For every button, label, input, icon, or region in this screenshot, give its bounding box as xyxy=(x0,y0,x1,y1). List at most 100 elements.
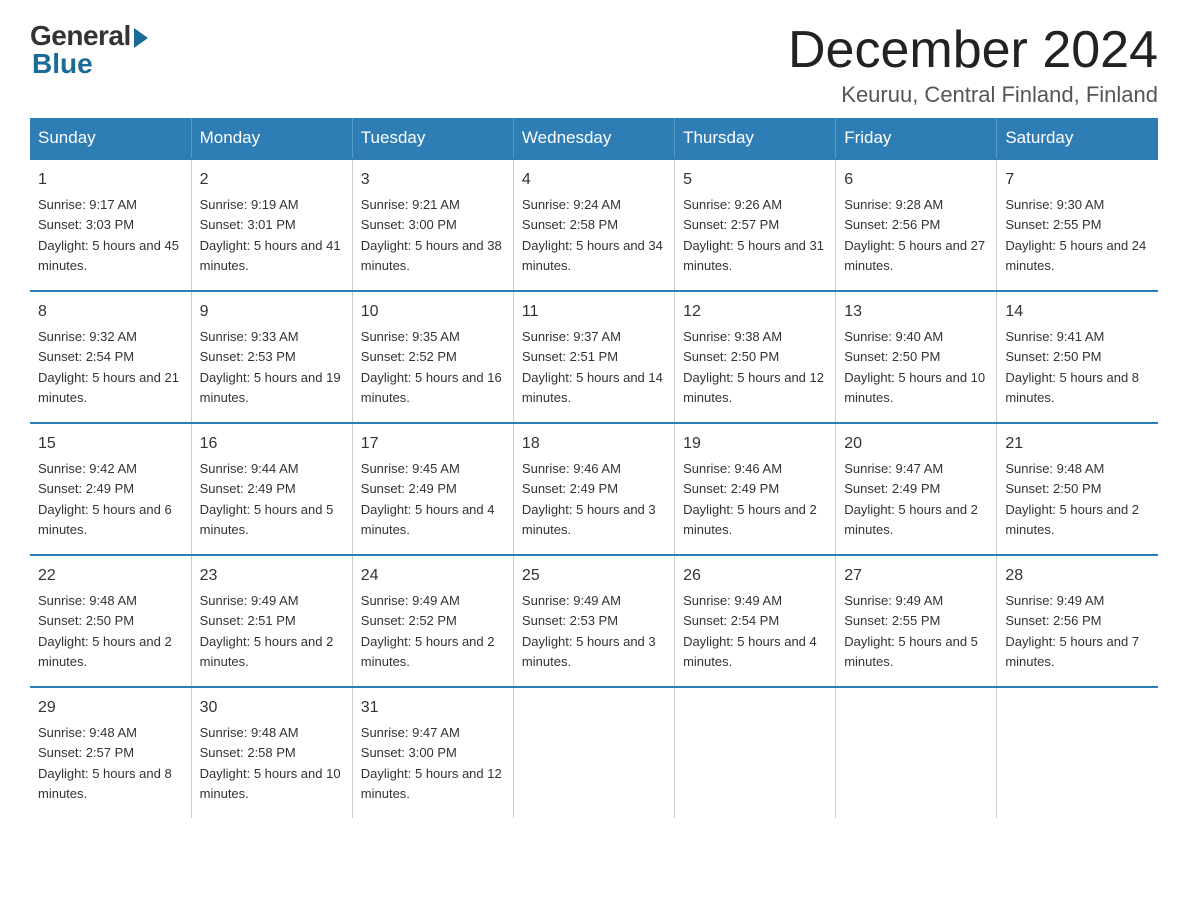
day-number: 22 xyxy=(38,564,183,588)
day-number: 17 xyxy=(361,432,505,456)
calendar-table: SundayMondayTuesdayWednesdayThursdayFrid… xyxy=(30,118,1158,818)
calendar-cell: 9 Sunrise: 9:33 AMSunset: 2:53 PMDaylight… xyxy=(191,291,352,423)
day-info: Sunrise: 9:49 AMSunset: 2:53 PMDaylight:… xyxy=(522,593,656,669)
day-number: 7 xyxy=(1005,168,1150,192)
calendar-cell: 24Sunrise: 9:49 AMSunset: 2:52 PMDayligh… xyxy=(352,555,513,687)
calendar-cell: 23 Sunrise: 9:49 AMSunset: 2:51 PMDayligh… xyxy=(191,555,352,687)
calendar-cell: 6Sunrise: 9:28 AMSunset: 2:56 PMDaylight… xyxy=(836,159,997,291)
calendar-cell: 4Sunrise: 9:24 AMSunset: 2:58 PMDaylight… xyxy=(513,159,674,291)
weekday-header-thursday: Thursday xyxy=(675,118,836,159)
day-info: Sunrise: 9:48 AMSunset: 2:50 PMDaylight:… xyxy=(1005,461,1139,537)
calendar-cell: 1 Sunrise: 9:17 AMSunset: 3:03 PMDaylight… xyxy=(30,159,191,291)
weekday-header-row: SundayMondayTuesdayWednesdayThursdayFrid… xyxy=(30,118,1158,159)
day-info: Sunrise: 9:42 AMSunset: 2:49 PMDaylight:… xyxy=(38,461,172,537)
calendar-body: 1 Sunrise: 9:17 AMSunset: 3:03 PMDaylight… xyxy=(30,159,1158,818)
day-info: Sunrise: 9:49 AMSunset: 2:51 PMDaylight:… xyxy=(200,593,334,669)
calendar-cell: 10Sunrise: 9:35 AMSunset: 2:52 PMDayligh… xyxy=(352,291,513,423)
location-title: Keuruu, Central Finland, Finland xyxy=(788,82,1158,108)
calendar-week-5: 29Sunrise: 9:48 AMSunset: 2:57 PMDayligh… xyxy=(30,687,1158,818)
calendar-cell: 12 Sunrise: 9:38 AMSunset: 2:50 PMDayligh… xyxy=(675,291,836,423)
day-info: Sunrise: 9:44 AMSunset: 2:49 PMDaylight:… xyxy=(200,461,334,537)
day-info: Sunrise: 9:30 AMSunset: 2:55 PMDaylight:… xyxy=(1005,197,1146,273)
day-number: 3 xyxy=(361,168,505,192)
day-info: Sunrise: 9:32 AMSunset: 2:54 PMDaylight:… xyxy=(38,329,179,405)
weekday-header-friday: Friday xyxy=(836,118,997,159)
day-info: Sunrise: 9:49 AMSunset: 2:55 PMDaylight:… xyxy=(844,593,978,669)
day-number: 31 xyxy=(361,696,505,720)
day-info: Sunrise: 9:49 AMSunset: 2:54 PMDaylight:… xyxy=(683,593,817,669)
weekday-header-wednesday: Wednesday xyxy=(513,118,674,159)
day-number: 11 xyxy=(522,300,666,324)
day-info: Sunrise: 9:49 AMSunset: 2:56 PMDaylight:… xyxy=(1005,593,1139,669)
calendar-week-3: 15 Sunrise: 9:42 AMSunset: 2:49 PMDayligh… xyxy=(30,423,1158,555)
day-number: 15 xyxy=(38,432,183,456)
day-info: Sunrise: 9:46 AMSunset: 2:49 PMDaylight:… xyxy=(683,461,817,537)
day-info: Sunrise: 9:38 AMSunset: 2:50 PMDaylight:… xyxy=(683,329,824,405)
calendar-cell: 5 Sunrise: 9:26 AMSunset: 2:57 PMDaylight… xyxy=(675,159,836,291)
calendar-cell: 30 Sunrise: 9:48 AMSunset: 2:58 PMDayligh… xyxy=(191,687,352,818)
calendar-cell: 16 Sunrise: 9:44 AMSunset: 2:49 PMDayligh… xyxy=(191,423,352,555)
calendar-cell: 19Sunrise: 9:46 AMSunset: 2:49 PMDayligh… xyxy=(675,423,836,555)
weekday-header-tuesday: Tuesday xyxy=(352,118,513,159)
day-number: 14 xyxy=(1005,300,1150,324)
day-number: 26 xyxy=(683,564,827,588)
calendar-cell: 25 Sunrise: 9:49 AMSunset: 2:53 PMDayligh… xyxy=(513,555,674,687)
day-number: 27 xyxy=(844,564,988,588)
day-number: 1 xyxy=(38,168,183,192)
day-info: Sunrise: 9:35 AMSunset: 2:52 PMDaylight:… xyxy=(361,329,502,405)
day-info: Sunrise: 9:40 AMSunset: 2:50 PMDaylight:… xyxy=(844,329,985,405)
calendar-cell: 27 Sunrise: 9:49 AMSunset: 2:55 PMDayligh… xyxy=(836,555,997,687)
day-info: Sunrise: 9:46 AMSunset: 2:49 PMDaylight:… xyxy=(522,461,656,537)
weekday-header-monday: Monday xyxy=(191,118,352,159)
day-number: 16 xyxy=(200,432,344,456)
calendar-week-4: 22 Sunrise: 9:48 AMSunset: 2:50 PMDayligh… xyxy=(30,555,1158,687)
page-header: General Blue December 2024 Keuruu, Centr… xyxy=(30,20,1158,108)
calendar-cell xyxy=(675,687,836,818)
day-info: Sunrise: 9:49 AMSunset: 2:52 PMDaylight:… xyxy=(361,593,495,669)
calendar-cell: 2Sunrise: 9:19 AMSunset: 3:01 PMDaylight… xyxy=(191,159,352,291)
calendar-cell: 31Sunrise: 9:47 AMSunset: 3:00 PMDayligh… xyxy=(352,687,513,818)
calendar-cell: 21 Sunrise: 9:48 AMSunset: 2:50 PMDayligh… xyxy=(997,423,1158,555)
day-info: Sunrise: 9:21 AMSunset: 3:00 PMDaylight:… xyxy=(361,197,502,273)
day-info: Sunrise: 9:41 AMSunset: 2:50 PMDaylight:… xyxy=(1005,329,1139,405)
day-number: 23 xyxy=(200,564,344,588)
calendar-cell: 8Sunrise: 9:32 AMSunset: 2:54 PMDaylight… xyxy=(30,291,191,423)
day-number: 21 xyxy=(1005,432,1150,456)
day-number: 9 xyxy=(200,300,344,324)
day-info: Sunrise: 9:48 AMSunset: 2:58 PMDaylight:… xyxy=(200,725,341,801)
day-number: 20 xyxy=(844,432,988,456)
day-info: Sunrise: 9:33 AMSunset: 2:53 PMDaylight:… xyxy=(200,329,341,405)
calendar-cell: 17Sunrise: 9:45 AMSunset: 2:49 PMDayligh… xyxy=(352,423,513,555)
day-info: Sunrise: 9:26 AMSunset: 2:57 PMDaylight:… xyxy=(683,197,824,273)
day-info: Sunrise: 9:19 AMSunset: 3:01 PMDaylight:… xyxy=(200,197,341,273)
day-info: Sunrise: 9:17 AMSunset: 3:03 PMDaylight:… xyxy=(38,197,179,273)
day-info: Sunrise: 9:48 AMSunset: 2:50 PMDaylight:… xyxy=(38,593,172,669)
logo: General Blue xyxy=(30,20,148,80)
calendar-cell: 11 Sunrise: 9:37 AMSunset: 2:51 PMDayligh… xyxy=(513,291,674,423)
day-number: 28 xyxy=(1005,564,1150,588)
calendar-cell: 26 Sunrise: 9:49 AMSunset: 2:54 PMDayligh… xyxy=(675,555,836,687)
title-section: December 2024 Keuruu, Central Finland, F… xyxy=(788,20,1158,108)
calendar-cell: 14 Sunrise: 9:41 AMSunset: 2:50 PMDayligh… xyxy=(997,291,1158,423)
day-info: Sunrise: 9:47 AMSunset: 2:49 PMDaylight:… xyxy=(844,461,978,537)
calendar-cell: 13Sunrise: 9:40 AMSunset: 2:50 PMDayligh… xyxy=(836,291,997,423)
day-number: 25 xyxy=(522,564,666,588)
month-title: December 2024 xyxy=(788,20,1158,80)
day-number: 12 xyxy=(683,300,827,324)
day-number: 6 xyxy=(844,168,988,192)
day-info: Sunrise: 9:37 AMSunset: 2:51 PMDaylight:… xyxy=(522,329,663,405)
calendar-header: SundayMondayTuesdayWednesdayThursdayFrid… xyxy=(30,118,1158,159)
calendar-cell xyxy=(997,687,1158,818)
day-info: Sunrise: 9:24 AMSunset: 2:58 PMDaylight:… xyxy=(522,197,663,273)
weekday-header-saturday: Saturday xyxy=(997,118,1158,159)
day-number: 18 xyxy=(522,432,666,456)
calendar-cell: 20 Sunrise: 9:47 AMSunset: 2:49 PMDayligh… xyxy=(836,423,997,555)
calendar-cell: 7 Sunrise: 9:30 AMSunset: 2:55 PMDaylight… xyxy=(997,159,1158,291)
day-number: 5 xyxy=(683,168,827,192)
day-info: Sunrise: 9:48 AMSunset: 2:57 PMDaylight:… xyxy=(38,725,172,801)
calendar-cell: 29Sunrise: 9:48 AMSunset: 2:57 PMDayligh… xyxy=(30,687,191,818)
calendar-cell xyxy=(836,687,997,818)
day-number: 30 xyxy=(200,696,344,720)
calendar-cell: 15 Sunrise: 9:42 AMSunset: 2:49 PMDayligh… xyxy=(30,423,191,555)
calendar-cell: 18 Sunrise: 9:46 AMSunset: 2:49 PMDayligh… xyxy=(513,423,674,555)
